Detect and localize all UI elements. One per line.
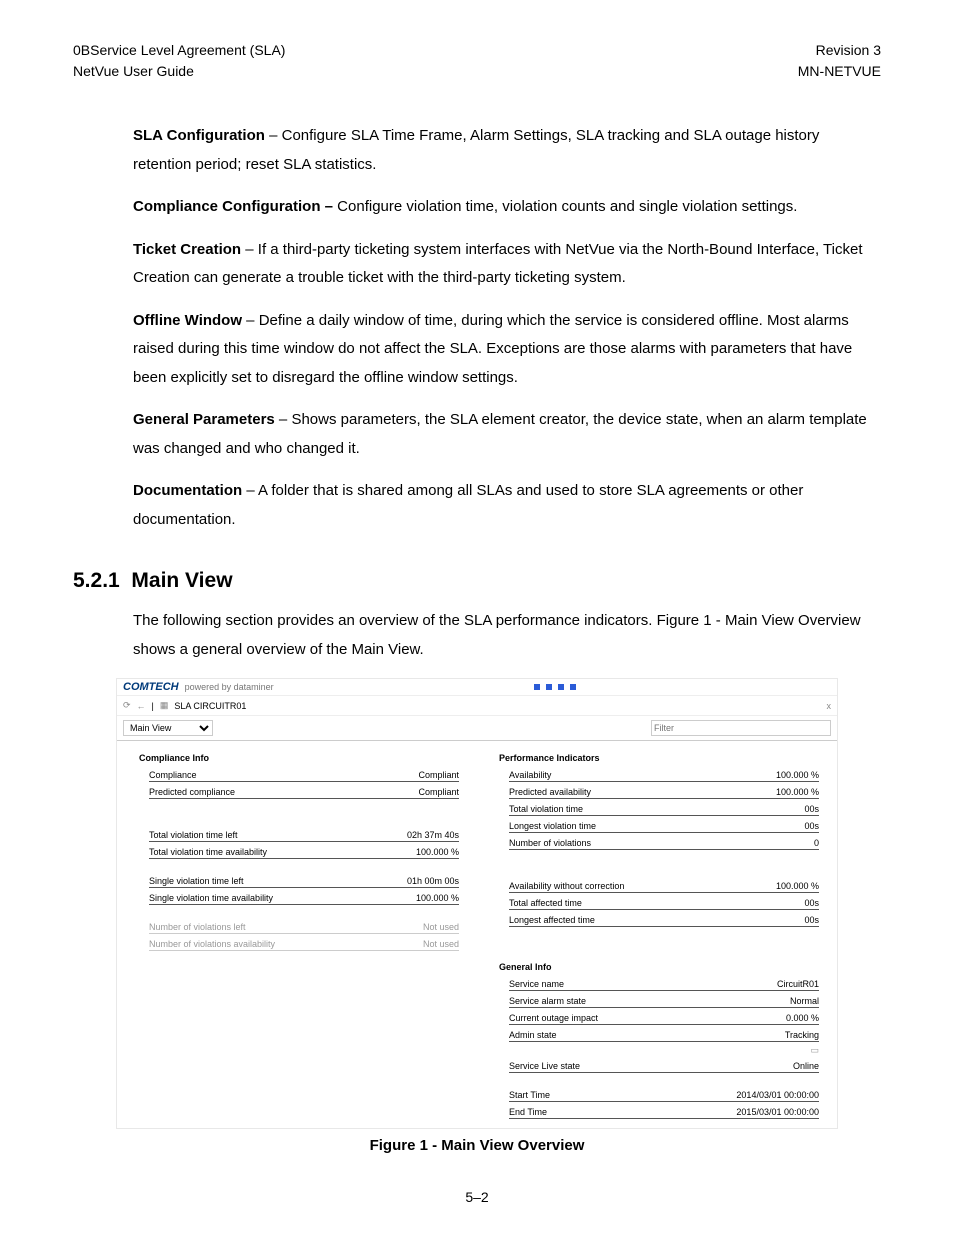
- header-right-1: Revision 3: [798, 40, 881, 61]
- para-general-parameters: General Parameters – Shows parameters, t…: [133, 406, 881, 463]
- row-start-time: Start Time2014/03/01 00:00:00: [509, 1088, 819, 1102]
- para-compliance-configuration: Compliance Configuration – Configure vio…: [133, 193, 881, 222]
- status-dot-icon: [534, 684, 540, 690]
- row-predicted-compliance: Predicted complianceCompliant: [149, 785, 459, 799]
- refresh-icon[interactable]: ⟳: [123, 700, 131, 711]
- performance-indicators-header: Performance Indicators: [499, 753, 819, 763]
- row-single-violation-time-left: Single violation time left01h 00m 00s: [149, 874, 459, 888]
- row-number-violations-left: Number of violations leftNot used: [149, 920, 459, 934]
- figure-caption: Figure 1 - Main View Overview: [73, 1137, 881, 1154]
- para-offline-window: Offline Window – Define a daily window o…: [133, 307, 881, 393]
- row-current-outage-impact: Current outage impact0.000 %: [509, 1011, 819, 1025]
- row-longest-violation-time: Longest violation time00s: [509, 819, 819, 833]
- row-service-live-state: Service Live stateOnline: [509, 1059, 819, 1073]
- section-heading: 5.2.1 Main View: [73, 569, 881, 593]
- view-select[interactable]: Main View: [123, 720, 213, 736]
- general-info-header: General Info: [499, 962, 819, 972]
- status-dot-icon: [558, 684, 564, 690]
- row-admin-state: Admin stateTracking: [509, 1028, 819, 1042]
- row-service-name: Service nameCircuitR01: [509, 977, 819, 991]
- row-total-violation-time-left: Total violation time left02h 37m 40s: [149, 828, 459, 842]
- powered-by: powered by dataminer: [185, 682, 274, 692]
- back-icon[interactable]: ←: [137, 701, 146, 711]
- para-ticket-creation: Ticket Creation – If a third-party ticke…: [133, 236, 881, 293]
- page-number: 5–2: [0, 1189, 954, 1205]
- admin-state-toggle-icon[interactable]: ▭: [509, 1045, 819, 1056]
- para-documentation: Documentation – A folder that is shared …: [133, 477, 881, 534]
- header-left-1: 0BService Level Agreement (SLA): [73, 40, 285, 61]
- row-compliance: ComplianceCompliant: [149, 768, 459, 782]
- row-total-violation-time: Total violation time00s: [509, 802, 819, 816]
- close-icon[interactable]: x: [827, 701, 832, 711]
- row-number-violations-availability: Number of violations availabilityNot use…: [149, 937, 459, 951]
- figure-main-view: COMTECH powered by dataminer ⟳ ← | ▦ SLA…: [116, 678, 838, 1129]
- row-end-time: End Time2015/03/01 00:00:00: [509, 1105, 819, 1119]
- brand-logo: COMTECH: [123, 681, 179, 693]
- row-availability: Availability100.000 %: [509, 768, 819, 782]
- row-predicted-availability: Predicted availability100.000 %: [509, 785, 819, 799]
- sla-icon: ▦: [160, 700, 169, 711]
- breadcrumb-title: SLA CIRCUITR01: [174, 701, 246, 711]
- row-single-violation-time-availability: Single violation time availability100.00…: [149, 891, 459, 905]
- header-left-2: NetVue User Guide: [73, 61, 285, 82]
- row-total-violation-time-availability: Total violation time availability100.000…: [149, 845, 459, 859]
- row-total-affected-time: Total affected time00s: [509, 896, 819, 910]
- para-sla-configuration: SLA Configuration – Configure SLA Time F…: [133, 122, 881, 179]
- row-number-of-violations: Number of violations0: [509, 836, 819, 850]
- status-dot-icon: [570, 684, 576, 690]
- row-availability-without-correction: Availability without correction100.000 %: [509, 879, 819, 893]
- page-header: 0BService Level Agreement (SLA) NetVue U…: [73, 40, 881, 82]
- row-longest-affected-time: Longest affected time00s: [509, 913, 819, 927]
- compliance-info-header: Compliance Info: [139, 753, 459, 763]
- header-right-2: MN-NETVUE: [798, 61, 881, 82]
- section-intro: The following section provides an overvi…: [133, 607, 881, 664]
- row-service-alarm-state: Service alarm stateNormal: [509, 994, 819, 1008]
- filter-input[interactable]: [651, 720, 831, 736]
- status-dot-icon: [546, 684, 552, 690]
